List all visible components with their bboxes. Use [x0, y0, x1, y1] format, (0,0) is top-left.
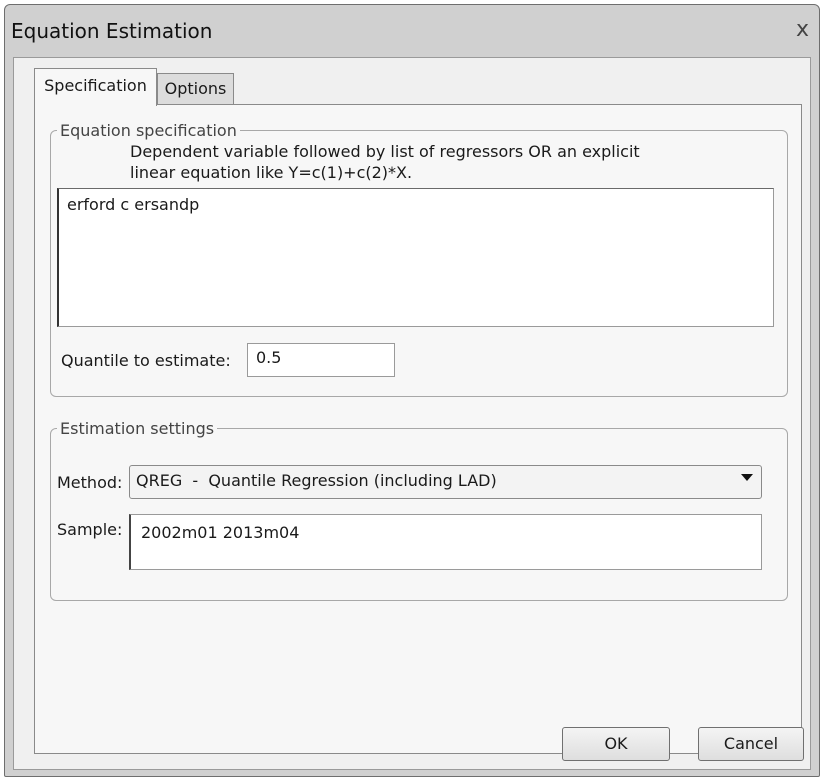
- quantile-label: Quantile to estimate:: [61, 351, 231, 370]
- estimation-settings-group: Estimation settings: [50, 419, 788, 601]
- help-text-line1: Dependent variable followed by list of r…: [130, 142, 640, 161]
- sample-input[interactable]: 2002m01 2013m04: [129, 514, 762, 570]
- estimation-settings-legend: Estimation settings: [60, 419, 215, 438]
- close-icon[interactable]: x: [796, 17, 809, 42]
- cancel-button[interactable]: Cancel: [698, 727, 804, 761]
- ok-button[interactable]: OK: [562, 727, 670, 761]
- window-title: Equation Estimation: [11, 19, 213, 43]
- method-label: Method:: [57, 473, 123, 492]
- chevron-down-icon[interactable]: [741, 474, 753, 481]
- sample-label: Sample:: [57, 520, 123, 539]
- equation-input[interactable]: erford c ersandp: [57, 188, 774, 327]
- quantile-input[interactable]: 0.5: [247, 343, 395, 377]
- equation-estimation-dialog: Equation Estimation x Specification Opti…: [4, 4, 820, 777]
- help-text-line2: linear equation like Y=c(1)+c(2)*X.: [130, 163, 413, 182]
- tab-specification[interactable]: Specification: [34, 68, 157, 106]
- specification-page: Equation specification Dependent variabl…: [34, 104, 802, 754]
- method-select[interactable]: QREG - Quantile Regression (including LA…: [129, 465, 762, 499]
- method-selected-value: QREG - Quantile Regression (including LA…: [136, 471, 497, 490]
- equation-specification-legend: Equation specification: [60, 121, 237, 140]
- dialog-client-area: Specification Options Equation specifica…: [13, 57, 811, 770]
- tab-options[interactable]: Options: [157, 73, 234, 104]
